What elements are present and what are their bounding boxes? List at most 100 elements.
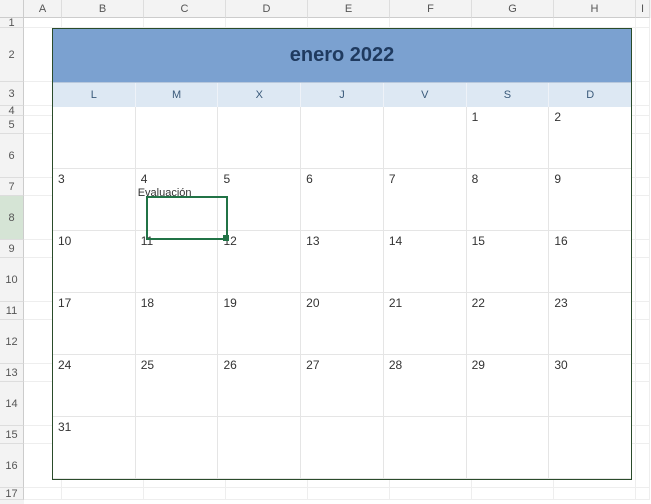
cell[interactable] — [636, 258, 650, 302]
cell[interactable] — [226, 488, 308, 500]
row-header[interactable]: 16 — [0, 444, 24, 488]
cell[interactable] — [636, 178, 650, 196]
cell[interactable] — [636, 82, 650, 106]
row-header[interactable]: 6 — [0, 134, 24, 178]
row-header[interactable]: 1 — [0, 18, 24, 28]
calendar-day-cell[interactable] — [549, 417, 631, 479]
cell[interactable] — [636, 116, 650, 134]
calendar-day-cell[interactable]: 30 — [549, 355, 631, 417]
row-header[interactable]: 8 — [0, 196, 24, 240]
cell[interactable] — [636, 488, 650, 500]
calendar-day-cell[interactable]: 19 — [218, 293, 301, 355]
cell[interactable] — [390, 18, 472, 28]
column-header[interactable]: A — [24, 0, 62, 18]
calendar-day-cell[interactable] — [136, 417, 219, 479]
cell[interactable] — [636, 134, 650, 178]
calendar-day-cell[interactable]: 13 — [301, 231, 384, 293]
calendar-day-cell[interactable]: 11 — [136, 231, 219, 293]
calendar-day-cell[interactable]: 8 — [467, 169, 550, 231]
calendar-day-cell[interactable] — [218, 417, 301, 479]
calendar-day-cell[interactable] — [384, 417, 467, 479]
cell[interactable] — [226, 18, 308, 28]
cell[interactable] — [636, 364, 650, 382]
row-header[interactable]: 5 — [0, 116, 24, 134]
calendar-day-cell[interactable]: 4Evaluación — [136, 169, 219, 231]
calendar-day-cell[interactable]: 2 — [549, 107, 631, 169]
calendar-day-cell[interactable]: 31 — [53, 417, 136, 479]
cell[interactable] — [636, 106, 650, 116]
calendar-day-cell[interactable]: 20 — [301, 293, 384, 355]
calendar-day-cell[interactable]: 15 — [467, 231, 550, 293]
cell[interactable] — [636, 240, 650, 258]
calendar-day-cell[interactable] — [467, 417, 550, 479]
row-header[interactable]: 14 — [0, 382, 24, 426]
select-all-corner[interactable] — [0, 0, 24, 18]
column-header[interactable]: B — [62, 0, 144, 18]
calendar-day-cell[interactable]: 17 — [53, 293, 136, 355]
column-header[interactable]: H — [554, 0, 636, 18]
row-header[interactable]: 10 — [0, 258, 24, 302]
cell[interactable] — [636, 18, 650, 28]
row-header[interactable]: 13 — [0, 364, 24, 382]
calendar-day-cell[interactable]: 29 — [467, 355, 550, 417]
calendar-day-cell[interactable]: 3 — [53, 169, 136, 231]
column-header[interactable]: C — [144, 0, 226, 18]
cell[interactable] — [636, 196, 650, 240]
row-header[interactable]: 15 — [0, 426, 24, 444]
calendar-day-cell[interactable] — [301, 417, 384, 479]
calendar-day-cell[interactable] — [301, 107, 384, 169]
calendar-day-cell[interactable]: 1 — [467, 107, 550, 169]
cell[interactable] — [636, 426, 650, 444]
calendar-day-cell[interactable]: 16 — [549, 231, 631, 293]
cell[interactable] — [144, 18, 226, 28]
cell[interactable] — [308, 488, 390, 500]
column-header[interactable]: G — [472, 0, 554, 18]
column-header[interactable]: D — [226, 0, 308, 18]
cell[interactable] — [472, 18, 554, 28]
column-header[interactable]: E — [308, 0, 390, 18]
row-header[interactable]: 2 — [0, 28, 24, 82]
row-header[interactable]: 9 — [0, 240, 24, 258]
cell[interactable] — [472, 488, 554, 500]
calendar-day-cell[interactable] — [136, 107, 219, 169]
calendar-day-cell[interactable]: 24 — [53, 355, 136, 417]
cell[interactable] — [390, 488, 472, 500]
calendar-day-cell[interactable]: 7 — [384, 169, 467, 231]
calendar-day-cell[interactable]: 14 — [384, 231, 467, 293]
calendar-day-cell[interactable]: 27 — [301, 355, 384, 417]
row-header[interactable]: 17 — [0, 488, 24, 500]
row-header[interactable]: 4 — [0, 106, 24, 116]
calendar-day-cell[interactable]: 25 — [136, 355, 219, 417]
cell[interactable] — [24, 488, 62, 500]
calendar-day-cell[interactable]: 28 — [384, 355, 467, 417]
cell[interactable] — [62, 18, 144, 28]
cell[interactable] — [636, 302, 650, 320]
row-header[interactable]: 7 — [0, 178, 24, 196]
cell[interactable] — [636, 28, 650, 82]
cell[interactable] — [636, 444, 650, 488]
cell[interactable] — [636, 382, 650, 426]
cell[interactable] — [554, 18, 636, 28]
calendar-day-cell[interactable] — [218, 107, 301, 169]
column-header[interactable]: I — [636, 0, 650, 18]
row-header[interactable]: 3 — [0, 82, 24, 106]
cell[interactable] — [144, 488, 226, 500]
calendar-day-cell[interactable]: 22 — [467, 293, 550, 355]
cell[interactable] — [62, 488, 144, 500]
calendar-day-cell[interactable]: 5 — [218, 169, 301, 231]
cell[interactable] — [308, 18, 390, 28]
calendar-day-cell[interactable]: 26 — [218, 355, 301, 417]
cell[interactable] — [554, 488, 636, 500]
row-header[interactable]: 11 — [0, 302, 24, 320]
row-header[interactable]: 12 — [0, 320, 24, 364]
cell[interactable] — [636, 320, 650, 364]
calendar-day-cell[interactable]: 9 — [549, 169, 631, 231]
calendar-day-cell[interactable]: 6 — [301, 169, 384, 231]
cell[interactable] — [24, 18, 62, 28]
column-header[interactable]: F — [390, 0, 472, 18]
calendar-day-cell[interactable]: 18 — [136, 293, 219, 355]
calendar-day-cell[interactable]: 21 — [384, 293, 467, 355]
grid-body[interactable]: enero 2022 LMXJVSD 1234Evaluación5678910… — [24, 18, 651, 504]
calendar-day-cell[interactable]: 23 — [549, 293, 631, 355]
calendar-day-cell[interactable] — [53, 107, 136, 169]
